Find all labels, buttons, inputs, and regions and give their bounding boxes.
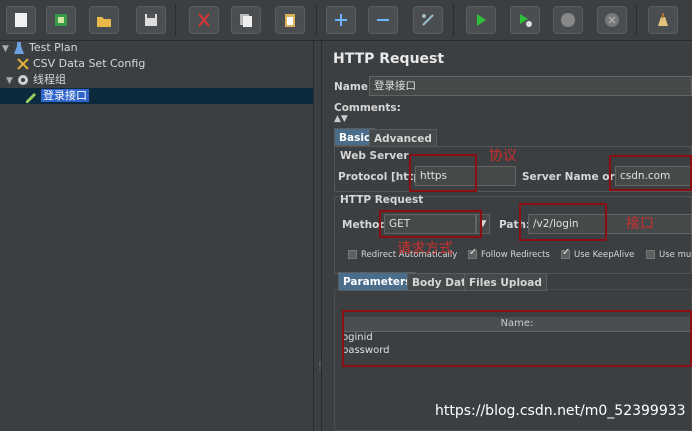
use-keepalive-checkbox[interactable]: Use KeepAlive	[561, 247, 635, 260]
method-highlight	[379, 210, 482, 238]
web-server-label: Web Server	[340, 150, 409, 162]
config-tools-icon	[17, 58, 29, 70]
protocol-annotation: 协议	[489, 148, 517, 164]
toggle-icon[interactable]	[413, 6, 443, 34]
path-annotation: 接口	[626, 216, 654, 232]
test-plan-icon	[14, 42, 24, 54]
paste-icon[interactable]	[275, 6, 305, 34]
checkbox-label: Follow Redirects	[481, 250, 550, 260]
start-icon[interactable]	[466, 6, 496, 34]
checkbox-box[interactable]	[468, 247, 477, 259]
follow-redirects-checkbox[interactable]: Follow Redirects	[468, 247, 550, 260]
http-request-label: HTTP Request	[340, 194, 424, 206]
shutdown-icon[interactable]	[597, 6, 627, 34]
tree-node-csv-config[interactable]: CSV Data Set Config	[16, 56, 145, 72]
checkbox-box[interactable]	[561, 247, 570, 259]
expand-arrow-icon[interactable]: ▼	[6, 73, 16, 89]
checkbox-box[interactable]	[348, 250, 357, 259]
checkbox-label: Use KeepAlive	[574, 250, 635, 260]
sampler-pencil-icon	[26, 93, 36, 103]
tree-label: 线程组	[33, 73, 66, 86]
splitter[interactable]: ⋮ ⋮	[313, 41, 324, 431]
save-icon[interactable]	[136, 6, 166, 34]
new-icon[interactable]	[6, 6, 36, 34]
start-no-pauses-icon[interactable]	[510, 6, 540, 34]
protocol-highlight	[409, 154, 477, 192]
parameters-highlight	[342, 310, 692, 367]
tree-node-thread-group[interactable]: ▼ 线程组	[6, 72, 66, 88]
checkbox-label: Use mu	[659, 250, 692, 260]
page-title: HTTP Request	[333, 51, 445, 67]
stop-icon[interactable]	[553, 6, 583, 34]
tab-files-upload[interactable]: Files Upload	[464, 273, 547, 291]
tree-label: CSV Data Set Config	[33, 57, 146, 70]
clear-icon[interactable]	[648, 6, 678, 34]
tree-label: 登录接口	[41, 89, 89, 102]
expand-icon[interactable]	[326, 6, 356, 34]
name-label: Name:	[334, 81, 373, 93]
expand-arrow-icon[interactable]: ▼	[2, 41, 12, 57]
tree-node-test-plan[interactable]: ▼ Test Plan	[2, 40, 78, 56]
path-highlight	[519, 203, 607, 241]
test-plan-tree: ▼ Test Plan CSV Data Set Config ▼ 线程组 登录接口	[0, 41, 313, 431]
server-highlight	[609, 155, 692, 191]
templates-icon[interactable]	[46, 6, 76, 34]
cut-icon[interactable]	[189, 6, 219, 34]
tab-parameters[interactable]: Parameters	[338, 272, 417, 291]
collapse-icon[interactable]	[368, 6, 398, 34]
copy-icon[interactable]	[231, 6, 261, 34]
watermark: https://blog.csdn.net/m0_52399933	[435, 403, 686, 419]
checkbox-box[interactable]	[646, 250, 655, 259]
tree-label: Test Plan	[29, 41, 78, 54]
comments-label: Comments:	[334, 102, 401, 114]
method-annotation: 请求方式	[397, 241, 453, 257]
name-field[interactable]: 登录接口	[369, 76, 692, 96]
thread-group-gear-icon	[18, 75, 28, 85]
open-icon[interactable]	[89, 6, 119, 34]
tree-node-sampler[interactable]: 登录接口	[0, 88, 313, 104]
collapse-toggle-icon[interactable]: ▲▼	[334, 114, 348, 124]
tab-advanced[interactable]: Advanced	[369, 129, 437, 147]
use-multipart-checkbox[interactable]: Use mu	[646, 250, 691, 260]
toolbar	[0, 0, 692, 41]
